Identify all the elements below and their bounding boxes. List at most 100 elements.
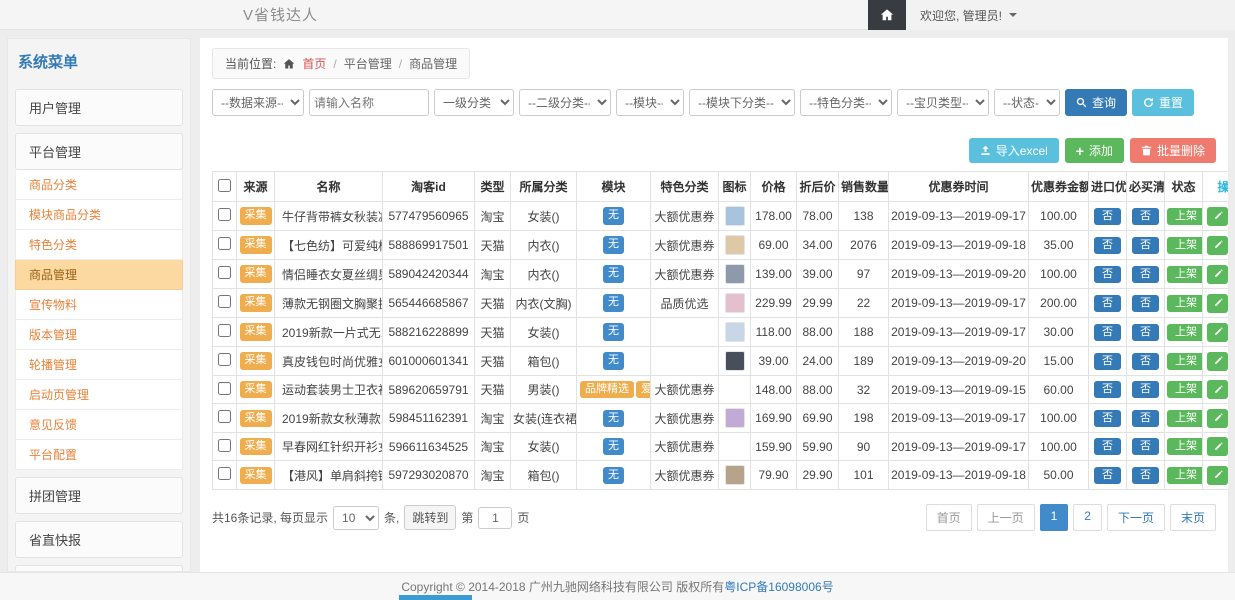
filter-select[interactable]: --状态-- xyxy=(994,89,1060,116)
edit-button[interactable] xyxy=(1207,323,1228,342)
edit-button[interactable] xyxy=(1207,207,1228,226)
must-buy-toggle[interactable]: 否 xyxy=(1132,295,1159,312)
edit-button[interactable] xyxy=(1207,352,1228,371)
import-select-toggle[interactable]: 否 xyxy=(1094,353,1121,370)
row-checkbox[interactable] xyxy=(218,353,231,366)
row-checkbox[interactable] xyxy=(218,266,231,279)
sidebar-sub-item[interactable]: 启动页管理 xyxy=(15,380,183,410)
status-button[interactable]: 上架 xyxy=(1167,324,1203,341)
must-buy-toggle[interactable]: 否 xyxy=(1132,381,1159,398)
sidebar-group-item[interactable]: 用户管理 xyxy=(15,89,183,126)
filter-select[interactable]: --数据来源-- xyxy=(212,89,304,116)
page-button[interactable]: 末页 xyxy=(1170,504,1216,531)
status-button[interactable]: 上架 xyxy=(1167,266,1203,283)
breadcrumb-home-link[interactable]: 首页 xyxy=(302,55,326,72)
edit-button[interactable] xyxy=(1207,236,1228,255)
row-checkbox[interactable] xyxy=(218,237,231,250)
page-number-input[interactable] xyxy=(478,507,512,529)
must-buy-toggle[interactable]: 否 xyxy=(1132,324,1159,341)
reset-button[interactable]: 重置 xyxy=(1132,89,1194,116)
must-buy-toggle[interactable]: 否 xyxy=(1132,353,1159,370)
status-button[interactable]: 上架 xyxy=(1167,353,1203,370)
sidebar-sub-item[interactable]: 商品分类 xyxy=(15,170,183,200)
sidebar-group-item[interactable]: 平台管理 xyxy=(15,133,183,170)
status-button[interactable]: 上架 xyxy=(1167,208,1203,225)
import-select-toggle[interactable]: 否 xyxy=(1094,467,1121,484)
edit-button[interactable] xyxy=(1207,380,1228,399)
row-checkbox[interactable] xyxy=(218,324,231,337)
checkbox-cell xyxy=(213,404,237,433)
status-button[interactable]: 上架 xyxy=(1167,237,1203,254)
sidebar-sub-item[interactable]: 平台配置 xyxy=(15,440,183,470)
row-checkbox[interactable] xyxy=(218,295,231,308)
sidebar-sub-item[interactable]: 版本管理 xyxy=(15,320,183,350)
must-buy-toggle[interactable]: 否 xyxy=(1132,266,1159,283)
edit-button[interactable] xyxy=(1207,409,1228,428)
add-button[interactable]: + 添加 xyxy=(1065,138,1124,163)
filter-select[interactable]: --特色分类-- xyxy=(800,89,892,116)
sidebar-group-item[interactable]: 消息管理 xyxy=(15,565,183,572)
status-button[interactable]: 上架 xyxy=(1167,410,1203,427)
import-select-toggle[interactable]: 否 xyxy=(1094,208,1121,225)
name-search-input[interactable] xyxy=(309,89,429,116)
must-buy-toggle[interactable]: 否 xyxy=(1132,237,1159,254)
import-select-toggle[interactable]: 否 xyxy=(1094,237,1121,254)
must-buy-toggle[interactable]: 否 xyxy=(1132,410,1159,427)
sidebar-sub-item[interactable]: 模块商品分类 xyxy=(15,200,183,230)
select-all-checkbox[interactable] xyxy=(218,179,231,192)
row-checkbox[interactable] xyxy=(218,382,231,395)
sidebar-sub-item[interactable]: 宣传物料 xyxy=(15,290,183,320)
row-checkbox[interactable] xyxy=(218,439,231,452)
per-page-select[interactable]: 10 xyxy=(333,506,379,530)
search-button[interactable]: 查询 xyxy=(1065,89,1127,116)
product-type: 淘宝 xyxy=(475,202,511,231)
coupon-time: 2019-09-13—2019-09-18 xyxy=(889,461,1029,490)
filter-select[interactable]: 一级分类 xyxy=(434,89,514,116)
status-button[interactable]: 上架 xyxy=(1167,295,1203,312)
sales-count: 138 xyxy=(839,202,889,231)
edit-button[interactable] xyxy=(1207,466,1228,485)
sidebar-group-item[interactable]: 拼团管理 xyxy=(15,477,183,514)
row-checkbox[interactable] xyxy=(218,208,231,221)
sidebar-group-item[interactable]: 省直快报 xyxy=(15,521,183,558)
filter-select[interactable]: --二级分类-- xyxy=(519,89,611,116)
checkbox-cell xyxy=(213,376,237,404)
sidebar-sub-item[interactable]: 轮播管理 xyxy=(15,350,183,380)
user-menu[interactable]: 欢迎您, 管理员! xyxy=(906,0,1031,30)
import-select-toggle[interactable]: 否 xyxy=(1094,295,1121,312)
icp-link[interactable]: 粤ICP备16098006号 xyxy=(724,578,833,595)
page-button[interactable]: 1 xyxy=(1040,504,1069,531)
sidebar-sub-item[interactable]: 特色分类 xyxy=(15,230,183,260)
page-button[interactable]: 首页 xyxy=(926,504,972,531)
home-button[interactable] xyxy=(868,0,906,30)
import-select-toggle[interactable]: 否 xyxy=(1094,324,1121,341)
import-excel-button[interactable]: 导入excel xyxy=(969,138,1059,163)
filter-select[interactable]: --模块下分类-- xyxy=(689,89,795,116)
page-button[interactable]: 下一页 xyxy=(1107,504,1165,531)
filter-select[interactable]: --宝贝类型-- xyxy=(897,89,989,116)
row-checkbox[interactable] xyxy=(218,410,231,423)
status-cell: 上架 xyxy=(1165,289,1203,318)
filter-select[interactable]: --模块-- xyxy=(616,89,684,116)
edit-button[interactable] xyxy=(1207,437,1228,456)
must-buy-toggle[interactable]: 否 xyxy=(1132,208,1159,225)
edit-button[interactable] xyxy=(1207,294,1228,313)
status-button[interactable]: 上架 xyxy=(1167,438,1203,455)
must-buy-toggle[interactable]: 否 xyxy=(1132,438,1159,455)
jump-button[interactable]: 跳转到 xyxy=(404,505,456,530)
breadcrumb-platform-link[interactable]: 平台管理 xyxy=(344,55,392,72)
batch-delete-button[interactable]: 批量删除 xyxy=(1130,138,1216,163)
row-checkbox[interactable] xyxy=(218,467,231,480)
page-button[interactable]: 上一页 xyxy=(977,504,1035,531)
sidebar-sub-item[interactable]: 意见反馈 xyxy=(15,410,183,440)
import-select-toggle[interactable]: 否 xyxy=(1094,438,1121,455)
import-select-toggle[interactable]: 否 xyxy=(1094,410,1121,427)
status-button[interactable]: 上架 xyxy=(1167,381,1203,398)
sidebar-sub-item[interactable]: 商品管理 xyxy=(15,260,183,290)
must-buy-toggle[interactable]: 否 xyxy=(1132,467,1159,484)
page-button[interactable]: 2 xyxy=(1073,504,1102,531)
edit-button[interactable] xyxy=(1207,265,1228,284)
status-button[interactable]: 上架 xyxy=(1167,467,1203,484)
import-select-toggle[interactable]: 否 xyxy=(1094,266,1121,283)
import-select-toggle[interactable]: 否 xyxy=(1094,381,1121,398)
